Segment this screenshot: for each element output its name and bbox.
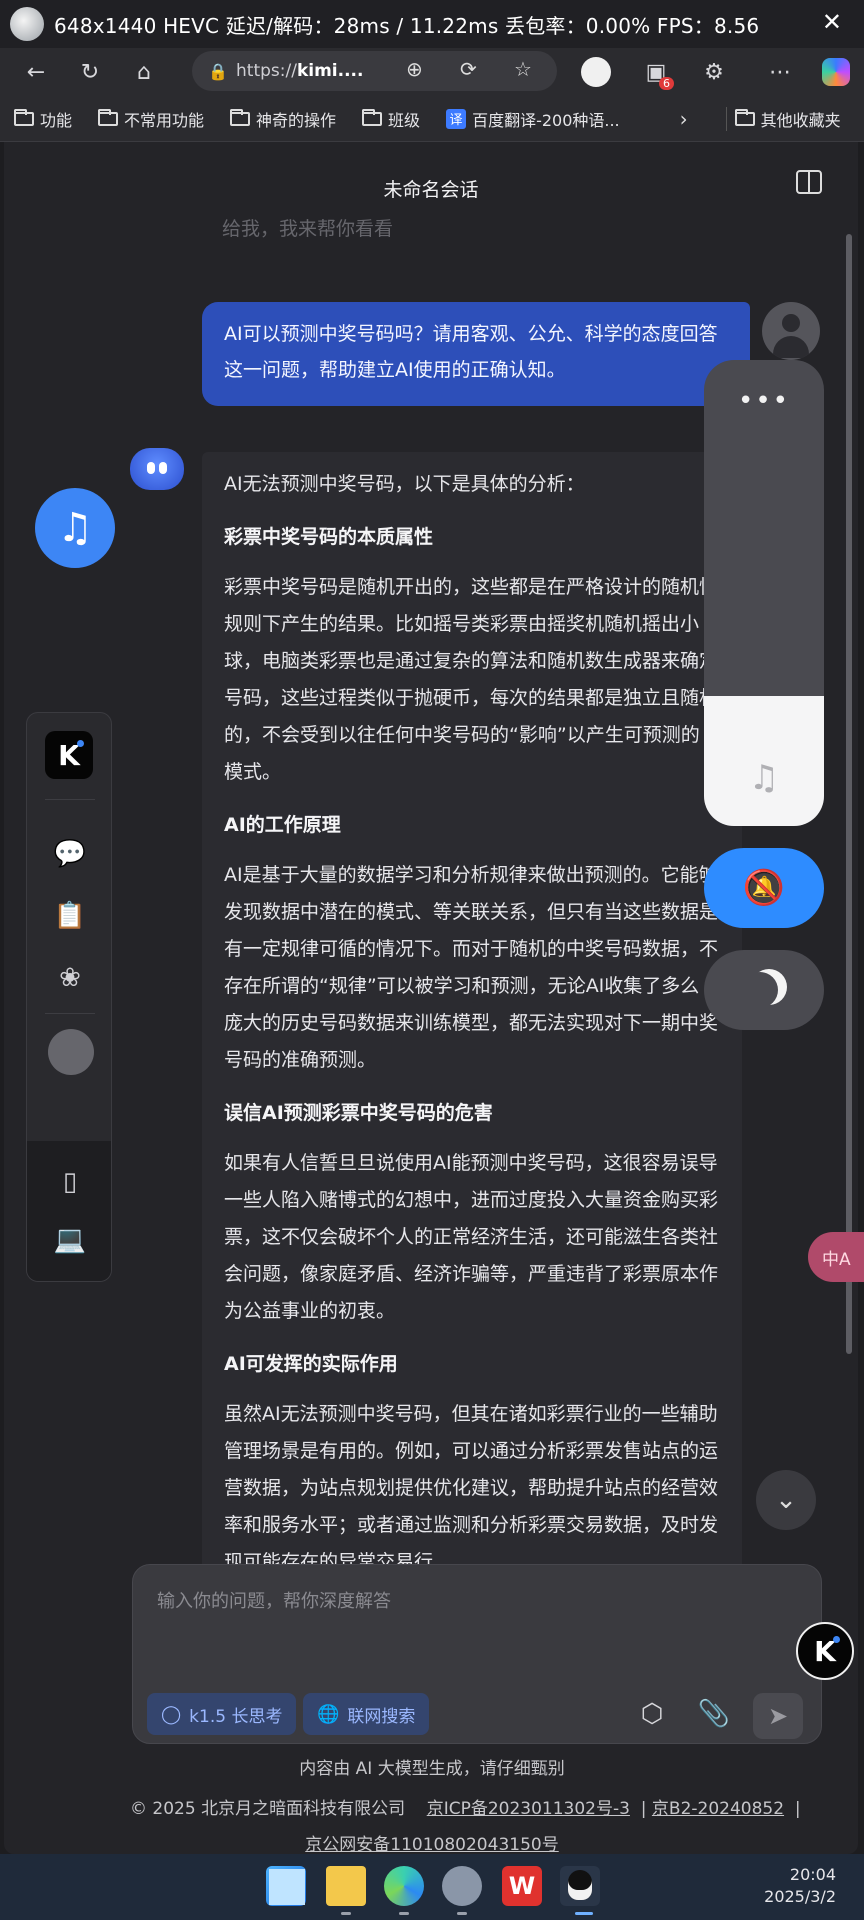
chat-input-box[interactable]: 输入你的问题，帮你深度解答 ◯ k1.5 长思考 🌐 联网搜索 ⬡ 📎 ➤ (132, 1564, 822, 1744)
left-dock: K 💬 📋 ❀ ▯ 💻 (26, 712, 112, 1282)
icp-link[interactable]: 京ICP备2023011302号-3 (427, 1799, 630, 1819)
desktop-download-icon[interactable]: 💻 (27, 1213, 111, 1267)
scrollbar-thumb[interactable] (846, 234, 852, 1354)
bookmarks-bar: 功能 不常用功能 神奇的操作 班级 译百度翻译-200种语... › 其他收藏夹 (0, 96, 864, 142)
clock-date: 2025/3/2 (764, 1887, 836, 1906)
long-think-toggle[interactable]: ◯ k1.5 长思考 (147, 1693, 297, 1735)
attachment-icon[interactable]: 📎 (693, 1693, 735, 1735)
kimi-bot-avatar (130, 448, 184, 490)
conversation-title[interactable]: 未命名会话 (4, 175, 858, 202)
dock-user-avatar[interactable] (48, 1029, 94, 1075)
dark-mode-button[interactable] (704, 950, 824, 1030)
extension-icon[interactable]: ▣ 6 (636, 52, 676, 92)
bookmark-item[interactable]: 译百度翻译-200种语... (446, 107, 620, 131)
chat-input-placeholder[interactable]: 输入你的问题，帮你深度解答 (157, 1587, 391, 1613)
back-arrow-icon[interactable]: ← (16, 52, 56, 92)
wps-office-icon[interactable]: W (502, 1866, 542, 1906)
send-button[interactable]: ➤ (753, 1693, 803, 1739)
bookmark-item[interactable]: 功能 (14, 107, 72, 131)
section-heading: AI可发挥的实际作用 (224, 1353, 398, 1375)
mobile-app-icon[interactable]: ▯ (27, 1155, 111, 1209)
settings-gear-icon[interactable] (442, 1866, 482, 1906)
b2-link[interactable]: 京B2-20240852 (652, 1799, 784, 1819)
sidebar-toggle-icon[interactable] (796, 170, 822, 194)
folder-icon (734, 108, 755, 126)
section-body: AI是基于大量的数据学习和分析规律来做出预测的。它能够发现数据中潜在的模式、等关… (224, 864, 719, 1071)
bookmark-item[interactable]: 神奇的操作 (230, 107, 336, 131)
zoom-icon[interactable]: ⊕ (406, 57, 423, 81)
folder-icon (362, 108, 383, 126)
section-body: 彩票中奖号码是随机开出的，这些都是在严格设计的随机性规则下产生的结果。比如摇号类… (224, 576, 719, 783)
browser-toolbar: ← ↻ ⌂ 🔒 https://kimi.... ⊕ ⟳ ☆ ▣ 6 ⚙ ⋯ (0, 48, 864, 96)
scroll-to-bottom-button[interactable]: ⌄ (756, 1470, 816, 1530)
section-body: 如果有人信誓旦旦说使用AI能预测中奖号码，这很容易误导一些人陷入赌博式的幻想中，… (224, 1152, 719, 1322)
edge-refresh-icon[interactable]: ⟳ (460, 57, 477, 81)
user-avatar (762, 302, 820, 360)
ai-disclaimer: 内容由 AI 大模型生成，请仔细甄别 (299, 1759, 565, 1779)
overlay-avatar[interactable] (10, 7, 44, 41)
assistant-intro: AI无法预测中奖号码，以下是具体的分析： (224, 473, 585, 495)
kimi-plus-icon[interactable]: ❀ (27, 951, 111, 1005)
section-body: 虽然AI无法预测中奖号码，但其在诸如彩票行业的一些辅助管理场景是有用的。例如，可… (224, 1403, 719, 1573)
kimi-page: 未命名会话 给我，我来帮你看看 AI可以预测中奖号码吗？请用客观、公允、科学的态… (0, 142, 864, 1855)
bookmark-other-favorites[interactable]: 其他收藏夹 (725, 106, 841, 131)
home-icon[interactable]: ⌂ (124, 52, 164, 92)
close-icon[interactable]: ✕ (822, 8, 842, 36)
previous-message-fragment: 给我，我来帮你看看 (222, 218, 394, 240)
folder-icon (230, 108, 251, 126)
translate-float-button[interactable]: 中A (808, 1232, 864, 1282)
more-menu-icon[interactable]: ⋯ (760, 52, 800, 92)
music-note-icon: ♫ (748, 758, 780, 798)
reading-mode-icon[interactable] (576, 52, 616, 92)
address-bar[interactable]: 🔒 https://kimi.... ⊕ ⟳ ☆ (192, 51, 557, 91)
kimi-float-button[interactable]: K (796, 1622, 854, 1680)
qq-icon[interactable] (560, 1866, 600, 1906)
moon-icon (742, 972, 778, 1008)
bookmark-item[interactable]: 不常用功能 (98, 107, 204, 131)
edge-browser-icon[interactable] (384, 1866, 424, 1906)
new-chat-icon[interactable]: 💬 (27, 827, 111, 881)
volume-slider[interactable]: ••• ♫ (704, 360, 824, 826)
music-note-button[interactable]: ♫ (35, 488, 115, 568)
stream-stats-text: 648x1440 HEVC 延迟/解码：28ms / 11.22ms 丢包率：0… (54, 13, 760, 38)
windows-start-icon[interactable] (266, 1866, 306, 1906)
police-record-link[interactable]: 京公网安备11010802043150号 (305, 1835, 558, 1855)
chevron-right-icon[interactable]: › (680, 107, 688, 131)
lightbulb-icon: ◯ (161, 1703, 182, 1725)
more-icon[interactable]: ••• (704, 386, 824, 416)
section-heading: 彩票中奖号码的本质属性 (224, 526, 434, 548)
bell-off-icon: 🔕 (742, 868, 786, 908)
folder-icon (98, 108, 119, 126)
reload-icon[interactable]: ↻ (70, 52, 110, 92)
mute-notifications-button[interactable]: 🔕 (704, 848, 824, 928)
lock-icon: 🔒 (208, 61, 228, 81)
file-explorer-icon[interactable] (326, 1866, 366, 1906)
address-url[interactable]: https://kimi.... (236, 61, 363, 81)
user-message: AI可以预测中奖号码吗？请用客观、公允、科学的态度回答这一问题，帮助建立AI使用… (202, 302, 750, 406)
globe-icon: 🌐 (317, 1703, 340, 1725)
windows-taskbar: W 20:04 2025/3/2 (0, 1854, 864, 1920)
stream-stats-overlay: 648x1440 HEVC 延迟/解码：28ms / 11.22ms 丢包率：0… (0, 0, 864, 48)
footer-legal: © 2025 北京月之暗面科技有限公司 京ICP备2023011302号-3 |… (130, 1799, 801, 1819)
clock-time: 20:04 (789, 1865, 836, 1884)
copyright-text: © 2025 北京月之暗面科技有限公司 (130, 1799, 406, 1819)
web-search-toggle[interactable]: 🌐 联网搜索 (303, 1693, 430, 1735)
translate-icon: 译 (446, 108, 467, 129)
footer-police: 京公网安备11010802043150号 (0, 1830, 864, 1855)
cube-icon[interactable]: ⬡ (631, 1693, 673, 1735)
system-clock[interactable]: 20:04 2025/3/2 (764, 1864, 836, 1908)
favorite-star-icon[interactable]: ☆ (514, 57, 532, 81)
history-icon[interactable]: 📋 (27, 889, 111, 943)
section-heading: 误信AI预测彩票中奖号码的危害 (224, 1102, 493, 1124)
section-heading: AI的工作原理 (224, 814, 341, 836)
extension-badge: 6 (659, 77, 674, 90)
copilot-icon[interactable] (816, 52, 856, 92)
assistant-message: AI无法预测中奖号码，以下是具体的分析： 彩票中奖号码的本质属性 彩票中奖号码是… (202, 452, 742, 1716)
puzzle-icon[interactable]: ⚙ (694, 52, 734, 92)
kimi-logo[interactable]: K (45, 731, 93, 779)
bookmark-item[interactable]: 班级 (362, 107, 420, 131)
folder-icon (14, 108, 34, 126)
